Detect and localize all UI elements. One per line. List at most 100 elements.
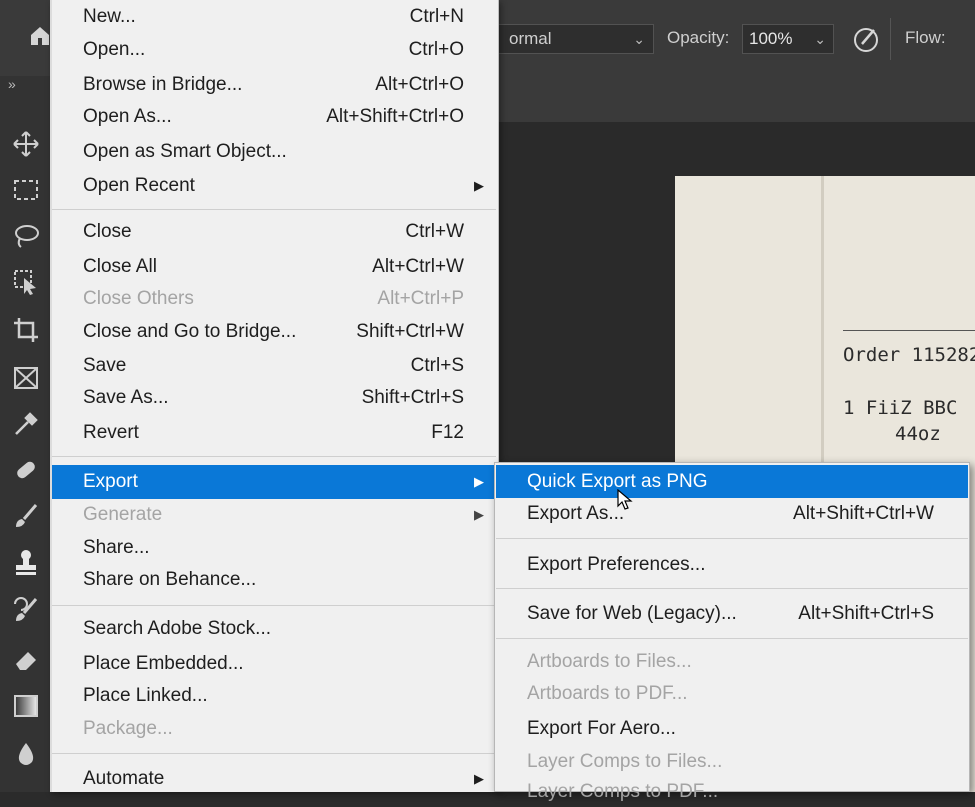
menu-item-label: Place Linked... <box>83 685 208 706</box>
menu-item-share[interactable]: Share... <box>52 533 496 563</box>
menu-item-open-recent[interactable]: Open Recent ▶ <box>52 171 496 201</box>
receipt-size-line: 44oz <box>895 423 941 445</box>
clone-stamp-icon[interactable] <box>12 548 40 576</box>
menu-item-label: Layer Comps to Files... <box>527 751 723 772</box>
divider <box>890 18 891 60</box>
submenu-item-layer-comps-to-files: Layer Comps to Files... <box>496 747 968 777</box>
menu-item-save[interactable]: Save Ctrl+S <box>52 351 496 381</box>
document-tab-bar <box>498 76 975 122</box>
frame-icon[interactable] <box>12 364 40 392</box>
menu-item-label: Open... <box>83 39 146 60</box>
move-tool-icon[interactable] <box>12 130 40 158</box>
menu-item-label: Search Adobe Stock... <box>83 618 272 639</box>
menu-item-save-as[interactable]: Save As... Shift+Ctrl+S <box>52 383 496 413</box>
menu-item-label: Close and Go to Bridge... <box>83 321 297 342</box>
menu-item-new[interactable]: New... Ctrl+N <box>52 2 496 32</box>
menu-item-label: Share on Behance... <box>83 569 257 590</box>
menu-item-open[interactable]: Open... Ctrl+O <box>52 35 496 65</box>
receipt-rule <box>843 330 975 331</box>
menu-item-label: Export Preferences... <box>527 554 706 575</box>
menu-separator <box>496 638 968 639</box>
menu-item-package: Package... <box>52 714 496 744</box>
menu-item-search-adobe-stock[interactable]: Search Adobe Stock... <box>52 614 496 644</box>
menu-item-shortcut: Ctrl+O <box>408 39 464 60</box>
chevron-down-icon[interactable]: ⌄ <box>814 25 826 53</box>
brush-icon[interactable] <box>12 502 40 530</box>
menu-item-revert[interactable]: Revert F12 <box>52 418 496 448</box>
menu-item-place-linked[interactable]: Place Linked... <box>52 681 496 711</box>
menu-item-open-as-smart-object[interactable]: Open as Smart Object... <box>52 137 496 167</box>
opacity-label: Opacity: <box>667 28 730 47</box>
menu-item-label: Close <box>83 221 132 242</box>
menu-item-label: Browse in Bridge... <box>83 74 243 95</box>
object-selection-icon[interactable] <box>12 268 40 296</box>
menu-item-close[interactable]: Close Ctrl+W <box>52 217 496 247</box>
gradient-icon[interactable] <box>12 692 40 720</box>
menu-separator <box>52 209 496 210</box>
menu-item-browse-in-bridge[interactable]: Browse in Bridge... Alt+Ctrl+O <box>52 70 496 100</box>
menu-item-place-embedded[interactable]: Place Embedded... <box>52 649 496 679</box>
menu-item-label: Layer Comps to PDF... <box>527 781 719 802</box>
submenu-item-quick-export-png[interactable]: Quick Export as PNG <box>496 465 968 498</box>
menu-item-label: New... <box>83 6 136 27</box>
menu-item-close-and-go-to-bridge[interactable]: Close and Go to Bridge... Shift+Ctrl+W <box>52 317 496 347</box>
menu-item-label: Export As... <box>527 503 625 524</box>
menu-item-label: Save for Web (Legacy)... <box>527 603 737 624</box>
menu-item-shortcut: Alt+Shift+Ctrl+S <box>798 603 934 624</box>
menu-item-shortcut: Alt+Ctrl+O <box>375 74 464 95</box>
collapse-panel-icon[interactable]: » <box>8 76 16 92</box>
blur-icon[interactable] <box>12 740 40 768</box>
menu-item-label: Export For Aero... <box>527 718 676 739</box>
menu-item-shortcut: Alt+Shift+Ctrl+W <box>793 503 934 524</box>
submenu-item-export-as[interactable]: Export As... Alt+Shift+Ctrl+W <box>496 499 968 529</box>
menu-separator <box>52 753 496 754</box>
receipt-item-line: 1 FiiZ BBC <box>843 397 958 419</box>
menu-item-automate[interactable]: Automate ▶ <box>52 764 496 794</box>
menu-item-shortcut: Shift+Ctrl+W <box>356 321 464 342</box>
mouse-cursor-icon <box>617 489 633 510</box>
menu-separator <box>52 456 496 457</box>
submenu-item-export-for-aero[interactable]: Export For Aero... <box>496 714 968 744</box>
menu-item-share-on-behance[interactable]: Share on Behance... <box>52 565 496 595</box>
menu-item-label: Package... <box>83 718 173 739</box>
eyedropper-icon[interactable] <box>12 410 40 438</box>
menu-item-shortcut: Shift+Ctrl+S <box>361 387 464 408</box>
menu-item-shortcut: F12 <box>431 422 464 443</box>
submenu-item-save-for-web[interactable]: Save for Web (Legacy)... Alt+Shift+Ctrl+S <box>496 599 968 629</box>
eraser-icon[interactable] <box>12 646 40 674</box>
home-icon[interactable] <box>28 24 52 48</box>
spot-healing-icon[interactable] <box>12 456 40 484</box>
menu-item-close-all[interactable]: Close All Alt+Ctrl+W <box>52 252 496 282</box>
menu-item-label: Export <box>83 471 138 492</box>
menu-item-label: Close Others <box>83 288 194 309</box>
menu-item-open-as[interactable]: Open As... Alt+Shift+Ctrl+O <box>52 102 496 132</box>
submenu-item-artboards-to-pdf: Artboards to PDF... <box>496 679 968 709</box>
menu-item-shortcut: Alt+Ctrl+P <box>377 288 464 309</box>
crop-icon[interactable] <box>12 316 40 344</box>
file-menu: New... Ctrl+N Open... Ctrl+O Browse in Bri… <box>50 0 499 792</box>
rectangular-marquee-icon[interactable] <box>12 176 40 204</box>
pressure-opacity-icon[interactable] <box>852 24 882 54</box>
menu-item-label: Automate <box>83 768 165 789</box>
menu-item-shortcut: Ctrl+N <box>409 6 464 27</box>
menu-item-export[interactable]: Export ▶ <box>52 465 496 499</box>
receipt-order-line: Order 115282 <box>843 344 975 366</box>
opacity-input[interactable]: 100% ⌄ <box>742 24 834 54</box>
menu-item-label: Revert <box>83 422 139 443</box>
opacity-value: 100% <box>749 29 793 48</box>
menu-item-shortcut: Alt+Shift+Ctrl+O <box>326 106 464 127</box>
submenu-item-export-preferences[interactable]: Export Preferences... <box>496 550 968 580</box>
blend-mode-select[interactable]: ormal ⌄ <box>498 24 654 54</box>
lasso-icon[interactable] <box>12 222 40 250</box>
menu-item-label: Generate <box>83 504 163 525</box>
menu-item-label: Open as Smart Object... <box>83 141 287 162</box>
menu-item-shortcut: Ctrl+S <box>410 355 464 376</box>
menu-item-label: Open Recent <box>83 175 195 196</box>
menu-item-shortcut: Alt+Ctrl+W <box>372 256 464 277</box>
submenu-item-layer-comps-to-pdf: Layer Comps to PDF... <box>496 777 968 807</box>
menu-separator <box>496 588 968 589</box>
menu-item-label: Artboards to PDF... <box>527 683 688 704</box>
menu-item-label: Close All <box>83 256 157 277</box>
menu-item-label: Share... <box>83 537 150 558</box>
history-brush-icon[interactable] <box>12 596 40 624</box>
